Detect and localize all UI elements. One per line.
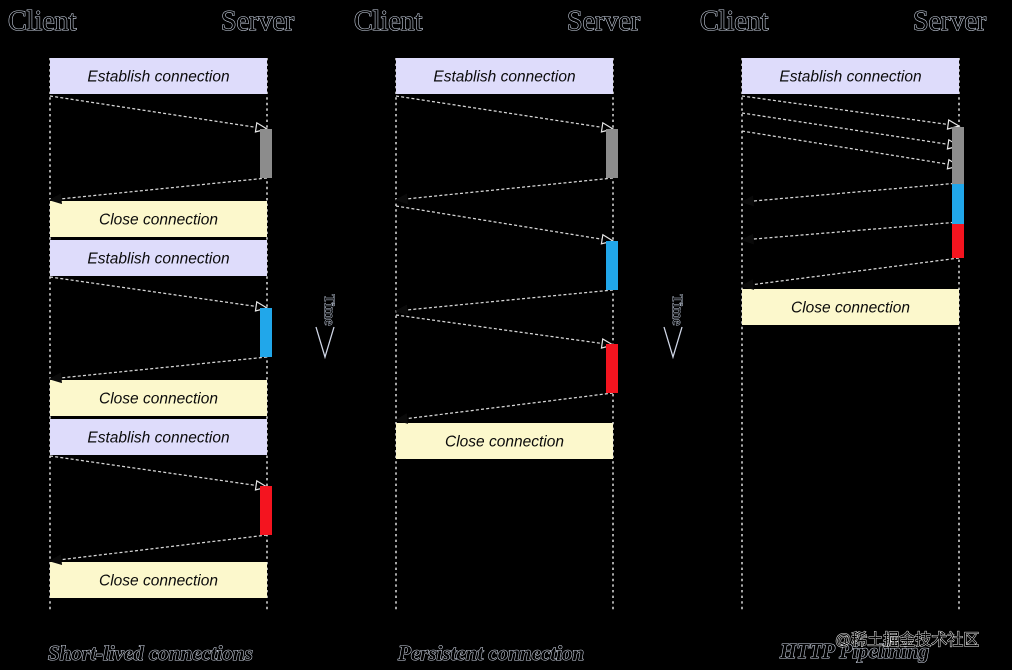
server-activation-bar (260, 486, 272, 535)
establish-connection-label: Establish connection (779, 69, 921, 86)
time-axis-label: Time (669, 294, 685, 325)
server-activation-bar (260, 129, 272, 178)
response-arrowhead-icon (394, 413, 409, 424)
server-activation-bar (606, 344, 618, 393)
message-line-right (741, 130, 949, 165)
message-line-left (60, 177, 268, 200)
panel-short-lived: Client Server Establish connection Close co… (7, 5, 295, 665)
message-line-right (49, 95, 257, 128)
server-header-label: Server (913, 6, 987, 37)
time-direction-arrow-icon (315, 326, 335, 360)
panel-persistent: Client Server Establish connection Close co… (353, 5, 641, 665)
server-activation-bar (606, 241, 618, 290)
time-arrow-1: Time (315, 294, 337, 360)
client-header-label: Client (8, 6, 77, 37)
server-activation-bar (260, 308, 272, 357)
message-line-right (395, 95, 603, 128)
close-connection-label: Close connection (99, 573, 218, 590)
establish-connection-label: Establish connection (87, 251, 229, 268)
time-arrow-2: Time (663, 294, 685, 360)
watermark-label: @稀土掘金技术社区 (835, 631, 979, 649)
server-activation-bar (952, 224, 964, 258)
server-header-label: Server (567, 6, 641, 37)
message-line-right (741, 112, 949, 145)
close-connection-label: Close connection (99, 212, 218, 229)
server-activation-bar (952, 127, 964, 184)
panel-caption: Persistent connection (397, 641, 584, 665)
response-arrowhead-icon (740, 279, 755, 290)
message-line-right (395, 205, 603, 240)
diagram-canvas: Client Server Establish connection Close co… (0, 0, 1012, 670)
message-line-left (752, 221, 960, 240)
message-line-left (406, 392, 614, 420)
client-header-label: Client (700, 6, 769, 37)
http-connections-diagram: Client Server Establish connection Close co… (7, 5, 987, 665)
response-arrowhead-icon (394, 193, 408, 205)
message-line-right (741, 95, 949, 126)
client-header-label: Client (354, 6, 423, 37)
message-line-left (60, 534, 268, 561)
panels-layer: Client Server Establish connection Close co… (7, 5, 987, 665)
message-line-left (406, 177, 614, 200)
close-connection-label: Close connection (791, 300, 910, 317)
close-connection-label: Close connection (99, 391, 218, 408)
establish-connection-label: Establish connection (433, 69, 575, 86)
message-line-left (60, 356, 268, 379)
establish-connection-label: Establish connection (87, 69, 229, 86)
time-direction-arrow-icon (663, 326, 683, 360)
message-line-left (752, 182, 960, 202)
message-line-left (406, 289, 614, 311)
server-activation-bar (952, 184, 964, 224)
response-arrowhead-icon (740, 233, 754, 245)
message-line-right (395, 314, 603, 345)
server-activation-bar (606, 129, 618, 178)
panel-caption: Short-lived connections (48, 641, 253, 665)
establish-connection-label: Establish connection (87, 430, 229, 447)
server-header-label: Server (221, 6, 295, 37)
response-arrowhead-icon (740, 195, 754, 207)
watermark-layer: @稀土掘金技术社区 (835, 631, 980, 650)
message-line-right (49, 276, 257, 308)
time-axis-layer: Time Time (315, 294, 685, 360)
message-line-right (49, 455, 257, 487)
time-axis-label: Time (321, 294, 337, 325)
close-connection-label: Close connection (445, 434, 564, 451)
message-line-left (752, 257, 960, 286)
response-arrowhead-icon (394, 304, 408, 316)
panel-pipelining: Client Server Establish connection Close co… (699, 5, 987, 663)
